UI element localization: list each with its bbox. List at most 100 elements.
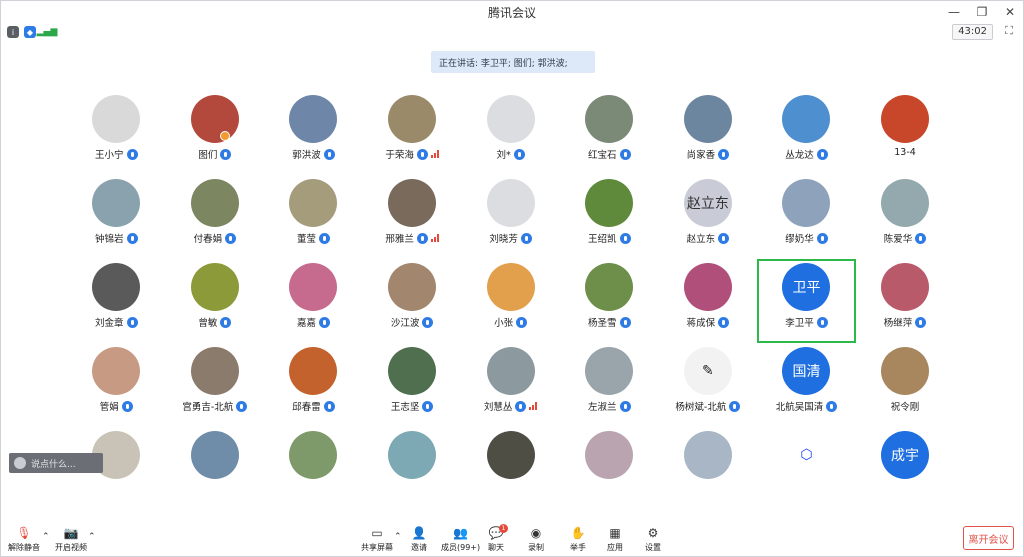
share-options-caret[interactable]: ⌃: [394, 532, 402, 542]
apps-button[interactable]: ▦ 应用: [607, 526, 623, 553]
microphone-icon: [816, 316, 828, 328]
participant-tile[interactable]: ⬡: [757, 427, 856, 511]
share-screen-button[interactable]: ▭ 共享屏幕: [361, 526, 393, 553]
avatar: [585, 347, 634, 395]
chat-button[interactable]: 💬 1 聊天: [488, 524, 508, 553]
participant-tile[interactable]: 董莹: [264, 175, 363, 259]
microphone-icon: [619, 232, 631, 244]
participant-tile[interactable]: 杨圣雪: [560, 259, 659, 343]
leave-meeting-button[interactable]: 离开会议: [963, 526, 1014, 550]
participant-tile[interactable]: [461, 427, 560, 511]
avatar: [782, 179, 831, 227]
avatar: [190, 95, 239, 143]
participant-tile[interactable]: 左淑兰: [560, 343, 659, 427]
restore-icon[interactable]: ❐: [975, 3, 989, 21]
info-icon[interactable]: i: [7, 26, 19, 38]
microphone-icon: [816, 232, 828, 244]
participant-tile[interactable]: 成宇: [856, 427, 955, 511]
participant-tile[interactable]: [659, 427, 758, 511]
participant-tile[interactable]: 邱春雷: [264, 343, 363, 427]
start-video-button[interactable]: 📷 开启视频: [55, 526, 87, 553]
invite-button[interactable]: 👤 邀请: [411, 526, 427, 553]
avatar: [486, 95, 535, 143]
participant-tile[interactable]: 刘金章: [67, 259, 166, 343]
participant-tile[interactable]: 嘉嘉: [264, 259, 363, 343]
participant-name: 于荣海: [385, 150, 414, 161]
audio-options-caret[interactable]: ⌃: [42, 532, 50, 542]
shield-icon[interactable]: ◆: [24, 26, 36, 38]
participant-name-row: 红宝石: [588, 147, 631, 161]
participant-tile[interactable]: 赵立东 赵立东: [659, 175, 758, 259]
participant-tile[interactable]: 王志坚: [363, 343, 462, 427]
microphone-icon: [520, 232, 532, 244]
participant-name-row: 王志坚: [391, 399, 434, 413]
participant-name-row: 北航吴国清: [776, 399, 838, 413]
participant-tile[interactable]: 管娟: [67, 343, 166, 427]
microphone-icon: [121, 400, 133, 412]
participant-tile[interactable]: 王绍凯: [560, 175, 659, 259]
avatar: [881, 95, 930, 143]
microphone-icon: [416, 232, 428, 244]
fullscreen-icon[interactable]: ⛶: [1003, 25, 1015, 37]
participant-tile[interactable]: 国清 北航吴国清: [757, 343, 856, 427]
microphone-icon: [619, 148, 631, 160]
participant-tile[interactable]: 于荣海: [363, 91, 462, 175]
add-user-icon: 👤: [411, 526, 427, 540]
close-icon[interactable]: ✕: [1003, 3, 1017, 21]
record-button[interactable]: ◉ 录制: [528, 526, 544, 553]
members-button[interactable]: 👥 成员(99+): [441, 526, 480, 553]
participant-tile[interactable]: 缪奶华: [757, 175, 856, 259]
emoji-icon[interactable]: [14, 457, 26, 469]
participant-tile[interactable]: [166, 427, 265, 511]
participant-name: 北航吴国清: [775, 402, 824, 413]
participant-tile[interactable]: 卫平 李卫平: [757, 259, 856, 343]
settings-button[interactable]: ⚙ 设置: [645, 526, 661, 553]
participant-name: 红宝石: [588, 150, 617, 161]
participant-tile[interactable]: ✎ 杨树斌-北航: [659, 343, 758, 427]
participant-tile[interactable]: 郭洪波: [264, 91, 363, 175]
participant-tile[interactable]: 付春娟: [166, 175, 265, 259]
participant-tile[interactable]: 刘晓芳: [461, 175, 560, 259]
participant-tile[interactable]: 尚家香: [659, 91, 758, 175]
participant-tile[interactable]: 杨继萍: [856, 259, 955, 343]
avatar: [289, 95, 338, 143]
participant-name-row: 于荣海: [385, 147, 439, 161]
participant-tile[interactable]: 钟锦岩: [67, 175, 166, 259]
unmute-button[interactable]: 🎙 解除静音: [8, 526, 40, 553]
microphone-icon: [619, 316, 631, 328]
invite-label: 邀请: [411, 543, 427, 552]
participant-tile[interactable]: 红宝石: [560, 91, 659, 175]
raise-hand-button[interactable]: ✋ 举手: [570, 526, 586, 553]
participant-tile[interactable]: 丛龙达: [757, 91, 856, 175]
participant-name: 邢雅兰: [385, 234, 414, 245]
participant-name-row: 沙江波: [391, 315, 434, 329]
participant-tile[interactable]: 沙江波: [363, 259, 462, 343]
participant-tile[interactable]: 陈爱华: [856, 175, 955, 259]
participant-name-row: 13-4: [894, 147, 916, 158]
participant-tile[interactable]: 13-4: [856, 91, 955, 175]
avatar: [190, 431, 239, 479]
participant-tile[interactable]: 邢雅兰: [363, 175, 462, 259]
video-options-caret[interactable]: ⌃: [88, 532, 96, 542]
participant-name: 王绍凯: [588, 234, 617, 245]
participant-name-row: 缪奶华: [785, 231, 828, 245]
participant-tile[interactable]: [264, 427, 363, 511]
participant-tile[interactable]: [560, 427, 659, 511]
apps-grid-icon: ▦: [609, 526, 621, 540]
audio-level-icon: [529, 402, 538, 410]
participant-tile[interactable]: 小张: [461, 259, 560, 343]
participant-tile[interactable]: [363, 427, 462, 511]
participant-tile[interactable]: 蒋成保: [659, 259, 758, 343]
camera-off-icon: 📷: [63, 526, 79, 540]
participant-tile[interactable]: 图们: [166, 91, 265, 175]
minimize-icon[interactable]: —: [947, 3, 961, 21]
participant-tile[interactable]: 祝令刚: [856, 343, 955, 427]
participant-tile[interactable]: 宫勇吉-北航: [166, 343, 265, 427]
signal-icon[interactable]: ▂▄▆: [37, 26, 57, 38]
participant-tile[interactable]: 王小宁: [67, 91, 166, 175]
chat-quick-input[interactable]: 说点什么...: [9, 453, 103, 473]
microphone-icon: [126, 232, 138, 244]
participant-tile[interactable]: 刘*: [461, 91, 560, 175]
participant-tile[interactable]: 曾敏: [166, 259, 265, 343]
participant-tile[interactable]: 刘慧丛: [461, 343, 560, 427]
